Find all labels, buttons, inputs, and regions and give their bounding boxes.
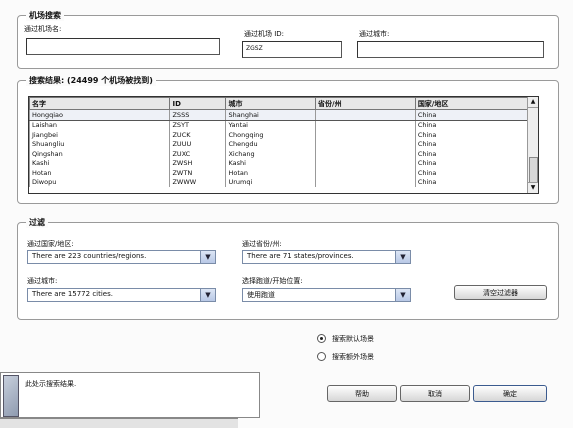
- cell-city: Chengdu: [225, 139, 317, 149]
- cell-city: Chongqing: [225, 130, 317, 140]
- chevron-down-icon[interactable]: ▼: [395, 251, 410, 263]
- table-row[interactable]: Qingshan ZUXC Xichang China: [29, 149, 538, 159]
- status-area: 此处示搜索结果.: [0, 372, 260, 418]
- cell-state: [315, 177, 416, 187]
- chevron-down-icon[interactable]: ▼: [200, 251, 215, 263]
- table-row[interactable]: Laishan ZSYT Yantai China: [29, 120, 538, 130]
- cell-id: ZWTN: [169, 168, 227, 178]
- city-input[interactable]: [357, 41, 544, 58]
- cell-state: [315, 130, 416, 140]
- scroll-thumb[interactable]: [529, 157, 538, 183]
- cell-country: China: [414, 139, 538, 149]
- status-text: 此处示搜索结果.: [25, 380, 77, 388]
- cell-id: ZWWW: [169, 177, 227, 187]
- airport-search-group: 机场搜索 通过机场名: 通过机场 ID: ZGSZ 通过城市:: [17, 10, 559, 69]
- table-row[interactable]: Hongqiao ZSSS Shanghai China: [29, 109, 538, 121]
- cell-country: China: [414, 109, 538, 121]
- table-row[interactable]: Hotan ZWTN Hotan China: [29, 168, 538, 178]
- filter-legend: 过滤: [26, 217, 48, 228]
- cell-city: Xichang: [225, 149, 317, 159]
- cell-city: Shanghai: [225, 109, 317, 121]
- city-filter-value: There are 15772 cities.: [32, 290, 113, 298]
- column-header-country[interactable]: 国家/地区: [414, 97, 538, 110]
- help-button[interactable]: 帮助: [327, 385, 397, 402]
- table-row[interactable]: Jiangbei ZUCK Chongqing China: [29, 130, 538, 140]
- cell-country: China: [414, 168, 538, 178]
- cancel-button[interactable]: 取消: [400, 385, 470, 402]
- runway-value: 使用跑道: [247, 291, 275, 299]
- results-header-row: 名字 ID 城市 省份/州 国家/地区: [29, 97, 538, 110]
- table-row[interactable]: Diwopu ZWWW Urumqi China: [29, 177, 538, 187]
- cell-id: ZSYT: [169, 120, 227, 130]
- chevron-down-icon[interactable]: ▼: [200, 289, 215, 301]
- cell-name: Hotan: [29, 168, 171, 178]
- cell-country: China: [414, 149, 538, 159]
- info-icon: [3, 375, 19, 417]
- cell-name: Kashi: [29, 158, 171, 168]
- cell-city: Urumqi: [225, 177, 317, 187]
- airport-name-input[interactable]: [26, 38, 220, 55]
- cell-country: China: [414, 130, 538, 140]
- default-scenery-label: 搜索默认场景: [332, 335, 374, 343]
- state-filter-value: There are 71 states/provinces.: [247, 252, 354, 260]
- cell-name: Diwopu: [29, 177, 171, 187]
- cell-id: ZSSS: [169, 109, 227, 121]
- search-results-legend: 搜索结果: (24499 个机场被找到): [26, 75, 156, 86]
- addon-scenery-radio[interactable]: [317, 352, 326, 361]
- cell-name: Laishan: [29, 120, 171, 130]
- cell-state: [315, 139, 416, 149]
- cell-name: Shuangliu: [29, 139, 171, 149]
- table-row[interactable]: Shuangliu ZUUU Chengdu China: [29, 139, 538, 149]
- cell-id: ZWSH: [169, 158, 227, 168]
- scroll-up-icon[interactable]: ▲: [528, 97, 538, 108]
- airport-id-input[interactable]: ZGSZ: [242, 41, 342, 58]
- table-row[interactable]: Kashi ZWSH Kashi China: [29, 158, 538, 168]
- column-header-name[interactable]: 名字: [29, 97, 171, 110]
- city-filter-select[interactable]: There are 15772 cities. ▼: [27, 288, 216, 302]
- cell-country: China: [414, 158, 538, 168]
- state-filter-label: 通过省份/州:: [242, 240, 282, 248]
- airport-id-label: 通过机场 ID:: [244, 30, 285, 38]
- airport-search-legend: 机场搜索: [26, 10, 64, 21]
- cell-country: China: [414, 177, 538, 187]
- ok-button[interactable]: 确定: [473, 385, 547, 402]
- clear-filters-button[interactable]: 清空过滤器: [454, 285, 547, 300]
- cell-state: [315, 158, 416, 168]
- cell-state: [315, 109, 416, 121]
- cell-city: Kashi: [225, 158, 317, 168]
- cell-state: [315, 168, 416, 178]
- filter-group: 过滤 通过国家/地区: There are 223 countries/regi…: [17, 217, 559, 320]
- country-filter-label: 通过国家/地区:: [27, 240, 74, 248]
- city-label: 通过城市:: [359, 30, 390, 38]
- cell-name: Jiangbei: [29, 130, 171, 140]
- results-table: 名字 ID 城市 省份/州 国家/地区 Hongqiao ZSSS Shangh…: [28, 96, 539, 194]
- column-header-city[interactable]: 城市: [225, 97, 317, 110]
- cell-id: ZUXC: [169, 149, 227, 159]
- addon-scenery-label: 搜索额外场景: [332, 353, 374, 361]
- country-filter-value: There are 223 countries/regions.: [32, 252, 147, 260]
- results-scrollbar[interactable]: ▲ ▼: [527, 97, 538, 193]
- cell-city: Hotan: [225, 168, 317, 178]
- chevron-down-icon[interactable]: ▼: [395, 289, 410, 301]
- column-header-id[interactable]: ID: [169, 97, 227, 110]
- cell-country: China: [414, 120, 538, 130]
- cell-name: Qingshan: [29, 149, 171, 159]
- default-scenery-radio[interactable]: [317, 334, 326, 343]
- cell-name: Hongqiao: [29, 109, 171, 121]
- state-filter-select[interactable]: There are 71 states/provinces. ▼: [242, 250, 411, 264]
- runway-select[interactable]: 使用跑道 ▼: [242, 288, 411, 302]
- cell-city: Yantai: [225, 120, 317, 130]
- runway-label: 选择跑道/开始位置:: [242, 277, 303, 285]
- airport-name-label: 通过机场名:: [24, 25, 62, 33]
- cell-id: ZUUU: [169, 139, 227, 149]
- city-filter-label: 通过城市:: [27, 277, 58, 285]
- cell-state: [315, 149, 416, 159]
- column-header-state[interactable]: 省份/州: [315, 97, 416, 110]
- scroll-down-icon[interactable]: ▼: [528, 182, 538, 193]
- cell-state: [315, 120, 416, 130]
- country-filter-select[interactable]: There are 223 countries/regions. ▼: [27, 250, 216, 264]
- cell-id: ZUCK: [169, 130, 227, 140]
